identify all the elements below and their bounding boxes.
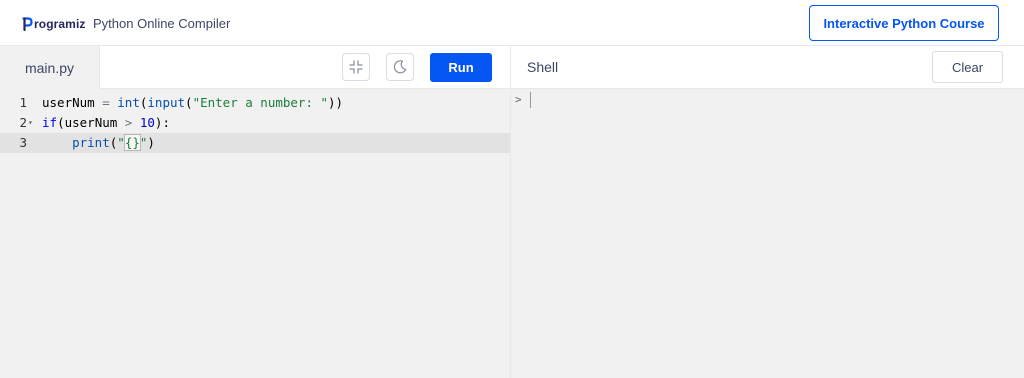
code-line-text: if(userNum > 10): [42,113,170,133]
code-token: int [117,95,140,110]
file-tab-main-py[interactable]: main.py [0,46,100,89]
editor-pane: main.py Run 1 userNum = int(input("Enter… [0,46,510,378]
app-title: Python Online Compiler [93,16,231,31]
code-token: input [147,95,186,110]
code-token: {} [123,134,141,151]
code-token: )) [328,95,344,110]
editor-toolbar: main.py Run [0,46,510,89]
code-token: = [102,95,110,110]
line-number: 3 [19,135,27,150]
code-line-text: print("{}") [42,133,155,153]
theme-toggle-button[interactable] [386,53,414,81]
interactive-course-button[interactable]: Interactive Python Course [809,5,999,41]
code-line: 2 ▾ if(userNum > 10): [0,113,510,133]
logo-text: rogramiz [34,17,86,31]
collapse-icon [349,60,363,74]
code-token: if [42,115,58,130]
programiz-logo-mark [22,17,33,32]
clear-button[interactable]: Clear [932,51,1003,83]
code-token: print [72,135,110,150]
code-editor[interactable]: 1 userNum = int(input("Enter a number: "… [0,89,510,378]
shell-toolbar: Shell Clear [511,46,1024,89]
fold-arrow-icon[interactable]: ▾ [28,113,33,133]
shell-output[interactable]: > [511,89,1024,378]
code-token: userNum [42,95,103,110]
code-line-text: userNum = int(input("Enter a number: ")) [42,93,343,113]
code-token: ) [147,135,155,150]
shell-prompt: > [515,93,522,106]
line-number: 1 [19,95,27,110]
code-line: 1 userNum = int(input("Enter a number: "… [0,93,510,113]
shell-title: Shell [527,59,559,75]
programiz-logo[interactable]: rogramiz [22,14,85,34]
code-token: 10 [139,115,155,130]
shell-pane: Shell Clear > [511,46,1024,378]
top-header: rogramiz Python Online Compiler Interact… [0,0,1024,46]
code-token: "Enter a number: " [192,95,329,110]
code-token: " [117,135,125,150]
moon-icon [393,60,407,74]
code-token: ): [154,115,170,130]
code-token: (userNum [57,115,125,130]
line-number: 2 [19,115,27,130]
shell-cursor [530,92,531,108]
fullscreen-toggle-button[interactable] [342,53,370,81]
code-line-active: 3 print("{}") [0,133,510,153]
code-token: ( [185,95,193,110]
run-button[interactable]: Run [430,53,492,82]
